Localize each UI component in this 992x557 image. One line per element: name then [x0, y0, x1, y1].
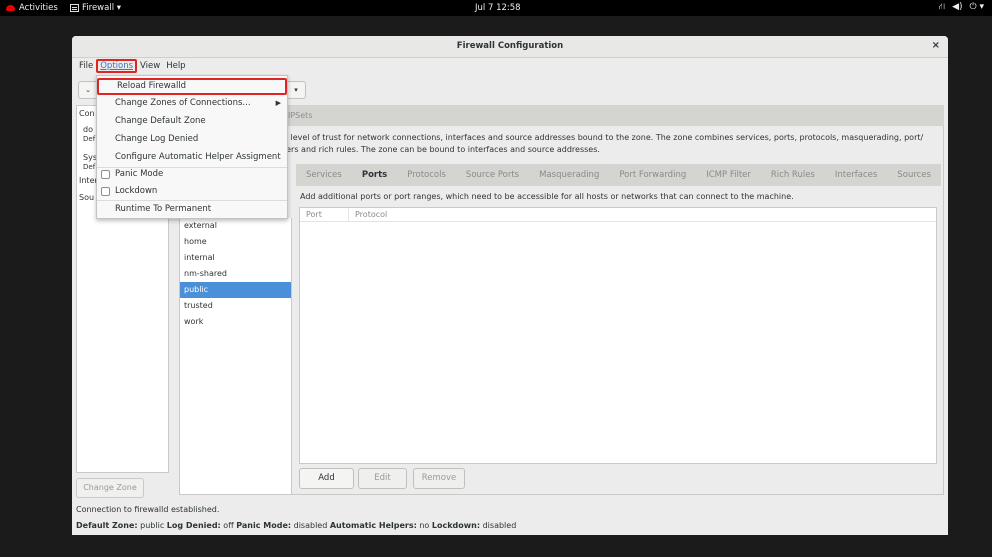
activities-button[interactable]: Activities: [6, 3, 58, 13]
ports-description: Add additional ports or port ranges, whi…: [300, 192, 794, 201]
tab-icmp-filter[interactable]: ICMP Filter: [696, 170, 761, 180]
tab-port-forwarding[interactable]: Port Forwarding: [609, 170, 696, 180]
default-zone-label: Default Zone:: [76, 521, 138, 530]
tab-sources[interactable]: Sources: [887, 170, 941, 180]
status-summary: Default Zone: public Log Denied: off Pan…: [76, 521, 516, 530]
zone-tabs: Services Ports Protocols Source Ports Ma…: [296, 164, 941, 186]
menu-bar: File Options View Help: [72, 59, 189, 75]
menu-item-label: Reload Firewalld: [117, 81, 187, 91]
tab-source-ports[interactable]: Source Ports: [456, 170, 529, 180]
clock[interactable]: Jul 7 12:58: [475, 3, 521, 13]
ipsets-tab-bar: IPSets: [179, 105, 944, 126]
configuration-dropdown-button[interactable]: ⌄: [78, 81, 98, 99]
zone-description-line: e level of trust for network connections…: [283, 133, 924, 142]
column-header-port[interactable]: Port: [300, 208, 348, 221]
log-denied-label: Log Denied:: [166, 521, 221, 530]
title-bar: Firewall Configuration ×: [72, 36, 948, 58]
panel-line: Def: [83, 135, 96, 143]
status-bar: Connection to firewalld established. Def…: [72, 504, 948, 535]
connection-status: Connection to firewalld established.: [76, 505, 220, 514]
panel-line: Inter: [79, 176, 98, 185]
menu-item-reload-firewalld[interactable]: Reload Firewalld: [97, 78, 287, 95]
panel-line: Def: [83, 163, 96, 171]
ports-table[interactable]: Port Protocol: [299, 207, 937, 464]
add-button[interactable]: Add: [299, 468, 354, 489]
lockdown-label: Lockdown:: [431, 521, 481, 530]
zone-item-public[interactable]: public: [180, 282, 291, 298]
remove-button[interactable]: Remove: [413, 468, 465, 489]
menu-item-label: Configure Automatic Helper Assigment: [115, 152, 281, 162]
menu-options[interactable]: Options: [96, 59, 138, 73]
volume-icon: ◀): [952, 2, 963, 12]
automatic-helpers-value: no: [419, 521, 430, 530]
menu-item-label: Change Zones of Connections...: [115, 98, 251, 108]
menu-item-panic-mode[interactable]: Panic Mode: [97, 166, 287, 183]
power-icon: ⏻ ▾: [969, 2, 985, 12]
zone-item-external[interactable]: external: [180, 218, 291, 234]
menu-view[interactable]: View: [137, 59, 163, 75]
menu-item-change-default-zone[interactable]: Change Default Zone: [97, 113, 287, 130]
zone-item-trusted[interactable]: trusted: [180, 298, 291, 314]
zone-item-nm-shared[interactable]: nm-shared: [180, 266, 291, 282]
column-header-protocol[interactable]: Protocol: [348, 208, 393, 221]
activities-label: Activities: [19, 3, 58, 13]
app-menu-label: Firewall ▾: [82, 3, 122, 13]
tab-protocols[interactable]: Protocols: [397, 170, 456, 180]
edit-button[interactable]: Edit: [358, 468, 407, 489]
network-icon: ⛙: [938, 2, 946, 12]
tab-masquerading[interactable]: Masquerading: [529, 170, 609, 180]
tab-ipsets[interactable]: IPSets: [288, 111, 313, 120]
menu-item-change-log-denied[interactable]: Change Log Denied: [97, 131, 287, 148]
window-title: Firewall Configuration: [456, 41, 564, 51]
top-bar: Activities Firewall ▾ Jul 7 12:58 ⛙ ◀) ⏻…: [0, 0, 992, 16]
options-menu: Reload Firewalld Change Zones of Connect…: [96, 75, 288, 219]
menu-item-configure-automatic-helper-assigment[interactable]: Configure Automatic Helper Assigment: [97, 149, 287, 166]
chevron-down-icon[interactable]: ▾: [286, 81, 306, 99]
menu-help[interactable]: Help: [163, 59, 188, 75]
panic-mode-value: disabled: [293, 521, 328, 530]
tab-ports[interactable]: Ports: [352, 170, 397, 180]
automatic-helpers-label: Automatic Helpers:: [329, 521, 417, 530]
tab-interfaces[interactable]: Interfaces: [825, 170, 887, 180]
zone-description: e level of trust for network connections…: [283, 132, 943, 156]
menu-item-label: Change Default Zone: [115, 116, 206, 126]
log-denied-value: off: [223, 521, 234, 530]
app-icon: [70, 4, 79, 12]
system-menu[interactable]: ⛙ ◀) ⏻ ▾: [939, 2, 984, 13]
tab-services[interactable]: Services: [296, 170, 352, 180]
menu-item-label: Panic Mode: [115, 169, 164, 179]
menu-item-label: Runtime To Permanent: [115, 204, 212, 214]
default-zone-value: public: [140, 521, 165, 530]
submenu-arrow-icon: ▶: [275, 99, 281, 107]
menu-item-runtime-to-permanent[interactable]: Runtime To Permanent: [97, 201, 287, 218]
redhat-logo-icon: [6, 5, 15, 11]
panic-mode-label: Panic Mode:: [236, 521, 292, 530]
panel-line: Sou: [79, 193, 95, 202]
zone-description-line: ters and rich rules. The zone can be bou…: [283, 145, 600, 154]
panel-line: do: [83, 125, 93, 134]
menu-item-change-zones-of-connections[interactable]: Change Zones of Connections... ▶: [97, 95, 287, 112]
menu-item-label: Lockdown: [115, 186, 158, 196]
close-icon[interactable]: ×: [932, 40, 940, 51]
panel-line: Sys: [83, 153, 97, 162]
lockdown-checkbox[interactable]: [101, 187, 110, 196]
zone-item-internal[interactable]: internal: [180, 250, 291, 266]
zone-list: external home internal nm-shared public …: [180, 218, 292, 494]
menu-file[interactable]: File: [76, 59, 96, 75]
menu-item-lockdown[interactable]: Lockdown: [97, 183, 287, 200]
zone-item-home[interactable]: home: [180, 234, 291, 250]
menu-item-label: Change Log Denied: [115, 134, 199, 144]
ports-table-header: Port Protocol: [300, 208, 936, 222]
panel-line: Con: [79, 109, 95, 118]
zone-item-work[interactable]: work: [180, 314, 291, 330]
tab-rich-rules[interactable]: Rich Rules: [761, 170, 825, 180]
lockdown-value: disabled: [482, 521, 517, 530]
app-menu[interactable]: Firewall ▾: [70, 3, 121, 13]
change-zone-button[interactable]: Change Zone: [76, 478, 144, 498]
panic-mode-checkbox[interactable]: [101, 170, 110, 179]
